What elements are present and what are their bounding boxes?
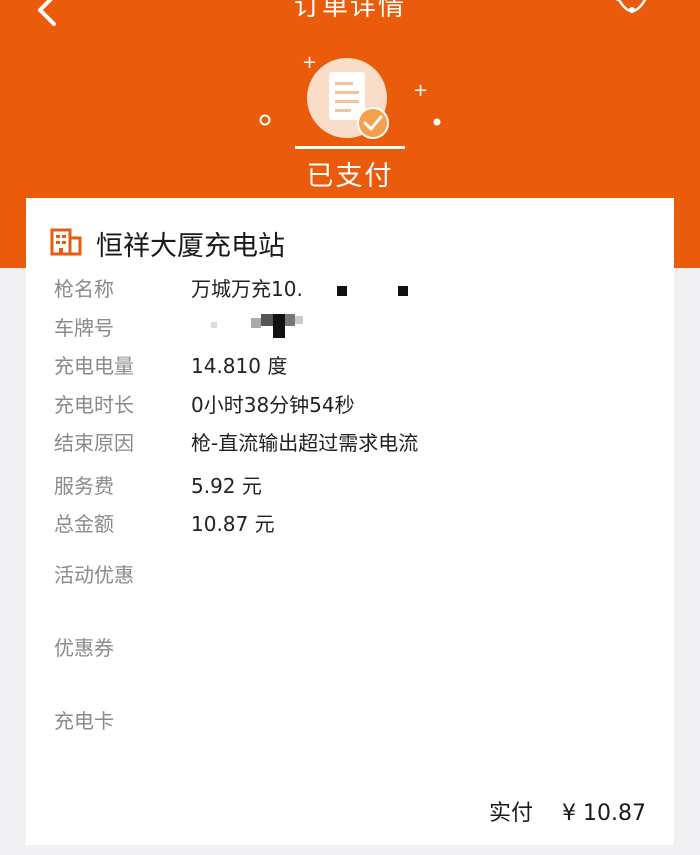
detail-value: 万城万充10. [191, 273, 408, 302]
detail-value: 0小时38分钟54秒 [191, 393, 355, 417]
svg-text:+: + [413, 80, 428, 101]
building-icon [50, 228, 82, 256]
payment-status-label: 已支付 [306, 161, 394, 192]
detail-value: 14.810 度 [191, 354, 288, 378]
page-title: 订单详情 [293, 0, 406, 22]
detail-label: 结束原因 [54, 431, 134, 455]
plate-redaction-mask [211, 314, 303, 338]
detail-label: 充电时长 [54, 393, 134, 417]
discount-label: 充电卡 [54, 709, 114, 733]
detail-label: 枪名称 [54, 277, 114, 301]
order-detail-card: 恒祥大厦充电站 枪名称 万城万充10. 车牌号 充电电量 14.810 度 充电… [26, 198, 674, 845]
gun-name-value: 万城万充10. [191, 277, 303, 301]
svg-text:+: + [302, 52, 317, 73]
detail-value: 5.92 元 [191, 474, 262, 498]
paid-label: 实付 [489, 801, 534, 826]
headset-icon[interactable] [610, 0, 654, 22]
detail-value: 枪-直流输出超过需求电流 [191, 431, 419, 455]
detail-label: 车牌号 [54, 316, 114, 340]
receipt-check-icon: + + [259, 52, 441, 149]
station-name: 恒祥大厦充电站 [96, 231, 285, 262]
paid-value: ¥ 10.87 [562, 801, 646, 826]
detail-value: 10.87 元 [191, 512, 275, 536]
detail-label: 充电电量 [54, 354, 134, 378]
detail-label: 总金额 [54, 512, 114, 536]
detail-label: 服务费 [54, 474, 114, 498]
paid-amount: 实付 ¥ 10.87 [489, 795, 646, 827]
redaction-mask [397, 285, 408, 296]
redaction-mask [337, 285, 348, 296]
discount-label: 优惠券 [54, 636, 114, 660]
discount-label: 活动优惠 [54, 563, 134, 587]
